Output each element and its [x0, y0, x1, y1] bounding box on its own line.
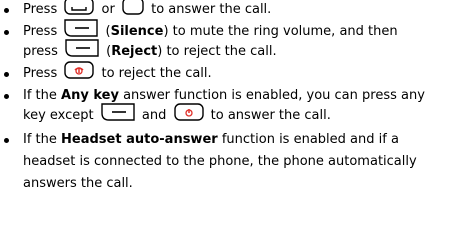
list-item-text: headset is connected to the phone, the p… — [23, 154, 417, 169]
end-call-key-icon — [173, 102, 204, 121]
instructions-document: Press or to answer the call. Press (Sile… — [0, 0, 474, 247]
bold-term: Silence — [110, 24, 164, 39]
text: If the — [23, 132, 57, 147]
bold-term: Headset auto-answer — [61, 132, 218, 147]
text: function is enabled and if a — [221, 132, 399, 147]
text: Press — [23, 24, 58, 39]
text: to answer the call. — [210, 108, 331, 123]
list-item-text: key except and to answer the call. — [23, 102, 331, 127]
bold-term: Reject — [111, 44, 158, 59]
list-item-text: If the Any key answer function is enable… — [23, 86, 425, 107]
list-item-text: answers the call. — [23, 176, 133, 191]
text: key except — [23, 108, 94, 123]
bullet — [4, 30, 9, 35]
end-call-key-icon — [64, 60, 95, 79]
text: answer function is enabled, you can pres… — [123, 88, 425, 103]
text: Press — [23, 66, 58, 81]
list-item-text: Press to reject the call. — [23, 60, 212, 85]
text: ) to mute the ring volume, and then — [163, 24, 398, 39]
bullet — [4, 94, 9, 99]
text: If the — [23, 88, 57, 103]
bold-term: Any key — [61, 88, 119, 103]
text: ) to reject the call. — [157, 44, 277, 59]
answer-key-icon — [64, 0, 95, 15]
softkey-icon — [101, 102, 135, 121]
text: to answer the call. — [151, 2, 272, 17]
list-item-text: Press or to answer the call. — [23, 0, 271, 21]
softkey-icon — [64, 18, 99, 37]
list-item-text: If the Headset auto-answer function is e… — [23, 130, 399, 151]
text: Press — [23, 2, 58, 17]
bullet — [4, 72, 9, 77]
text: press — [23, 44, 58, 59]
bullet — [4, 138, 9, 143]
softkey-icon — [65, 38, 99, 57]
text: or — [101, 2, 115, 17]
text: to reject the call. — [101, 66, 212, 81]
list-item-text: press (Reject) to reject the call. — [23, 38, 277, 63]
text: and — [141, 108, 167, 123]
blank-key-icon — [122, 0, 144, 15]
bullet — [4, 8, 9, 13]
